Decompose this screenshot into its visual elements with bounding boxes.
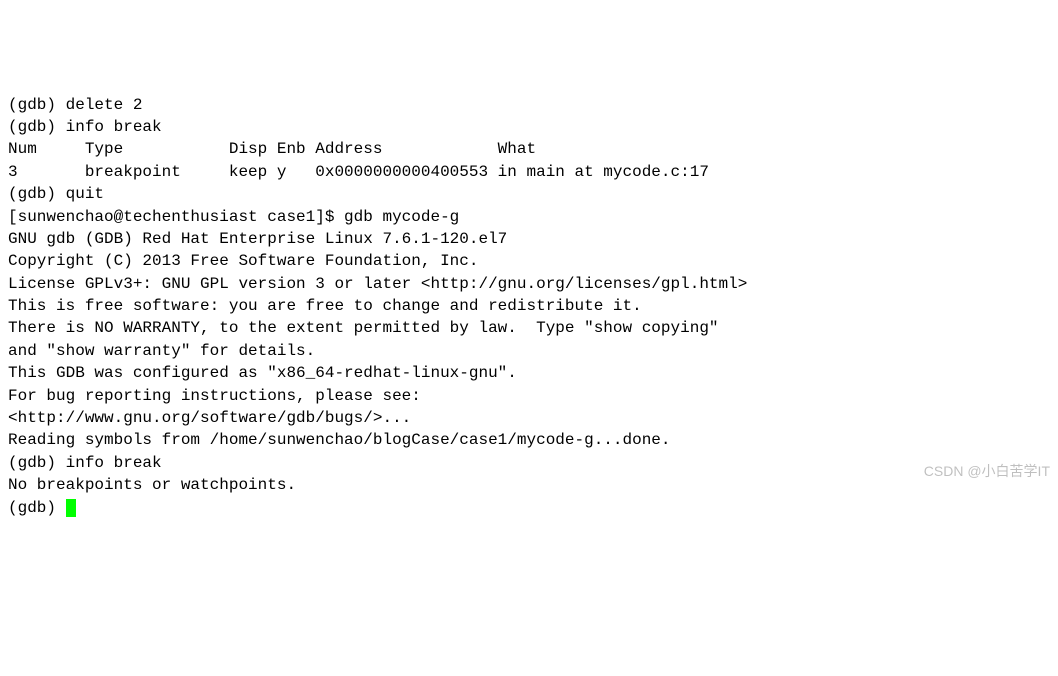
terminal-line: (gdb) delete 2 bbox=[8, 94, 1050, 116]
terminal-line: (gdb) info break bbox=[8, 452, 1050, 474]
terminal-line: License GPLv3+: GNU GPL version 3 or lat… bbox=[8, 273, 1050, 295]
terminal-line: For bug reporting instructions, please s… bbox=[8, 385, 1050, 407]
terminal-line: Num Type Disp Enb Address What bbox=[8, 138, 1050, 160]
terminal-line: There is NO WARRANTY, to the extent perm… bbox=[8, 317, 1050, 339]
terminal-line: [sunwenchao@techenthusiast case1]$ gdb m… bbox=[8, 206, 1050, 228]
terminal-line: (gdb) info break bbox=[8, 116, 1050, 138]
terminal-line: This is free software: you are free to c… bbox=[8, 295, 1050, 317]
terminal-line: GNU gdb (GDB) Red Hat Enterprise Linux 7… bbox=[8, 228, 1050, 250]
terminal-line: No breakpoints or watchpoints. bbox=[8, 474, 1050, 496]
terminal-line: <http://www.gnu.org/software/gdb/bugs/>.… bbox=[8, 407, 1050, 429]
terminal-line: This GDB was configured as "x86_64-redha… bbox=[8, 362, 1050, 384]
terminal-output[interactable]: (gdb) delete 2(gdb) info breakNum Type D… bbox=[8, 94, 1050, 519]
terminal-line: and "show warranty" for details. bbox=[8, 340, 1050, 362]
terminal-line: Copyright (C) 2013 Free Software Foundat… bbox=[8, 250, 1050, 272]
terminal-line: 3 breakpoint keep y 0x0000000000400553 i… bbox=[8, 161, 1050, 183]
gdb-prompt: (gdb) bbox=[8, 499, 66, 517]
terminal-line: (gdb) quit bbox=[8, 183, 1050, 205]
cursor-icon bbox=[66, 499, 76, 517]
terminal-line: Reading symbols from /home/sunwenchao/bl… bbox=[8, 429, 1050, 451]
